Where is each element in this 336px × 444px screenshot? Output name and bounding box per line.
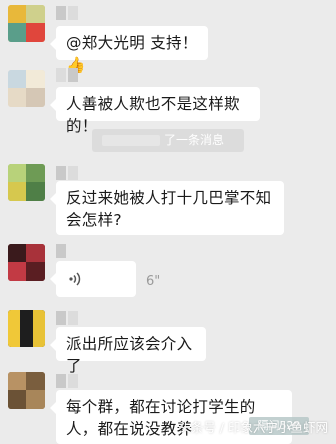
watermark: 头条号 / 印象六宁小鱼虾网: [178, 417, 328, 436]
message-text: @郑大光明 支持！👍: [66, 34, 198, 74]
avatar[interactable]: [8, 5, 45, 42]
message-bubble[interactable]: 人善被人欺也不是这样欺的！: [50, 87, 260, 135]
sender-name: [56, 311, 78, 325]
avatar[interactable]: [8, 244, 45, 281]
avatar[interactable]: [8, 372, 45, 409]
message-bubble[interactable]: @郑大光明 支持！👍: [50, 26, 208, 74]
message-text: 反过来她被人打十几巴掌不知会怎样?: [66, 189, 272, 229]
avatar[interactable]: [8, 70, 45, 107]
message-bubble[interactable]: 派出所应该会介入了: [50, 327, 206, 375]
voice-icon: [69, 272, 81, 286]
voice-duration: 6": [146, 274, 161, 289]
sender-name: [56, 374, 78, 388]
voice-bubble[interactable]: [50, 261, 136, 297]
sender-name: [56, 244, 66, 258]
message-text: 派出所应该会介入了: [66, 335, 193, 375]
sender-name: [56, 166, 78, 180]
message-bubble[interactable]: 反过来她被人打十几巴掌不知会怎样?: [50, 181, 284, 235]
recall-notice: 了一条消息: [92, 129, 244, 152]
avatar[interactable]: [8, 164, 45, 201]
sender-name: [56, 6, 78, 20]
avatar[interactable]: [8, 310, 45, 347]
watermark-text: 头条号 / 印象六宁小鱼虾网: [178, 420, 328, 435]
recall-notice-text: 了一条消息: [164, 133, 225, 147]
blurred-name: [102, 135, 160, 146]
sender-name: [56, 68, 78, 82]
